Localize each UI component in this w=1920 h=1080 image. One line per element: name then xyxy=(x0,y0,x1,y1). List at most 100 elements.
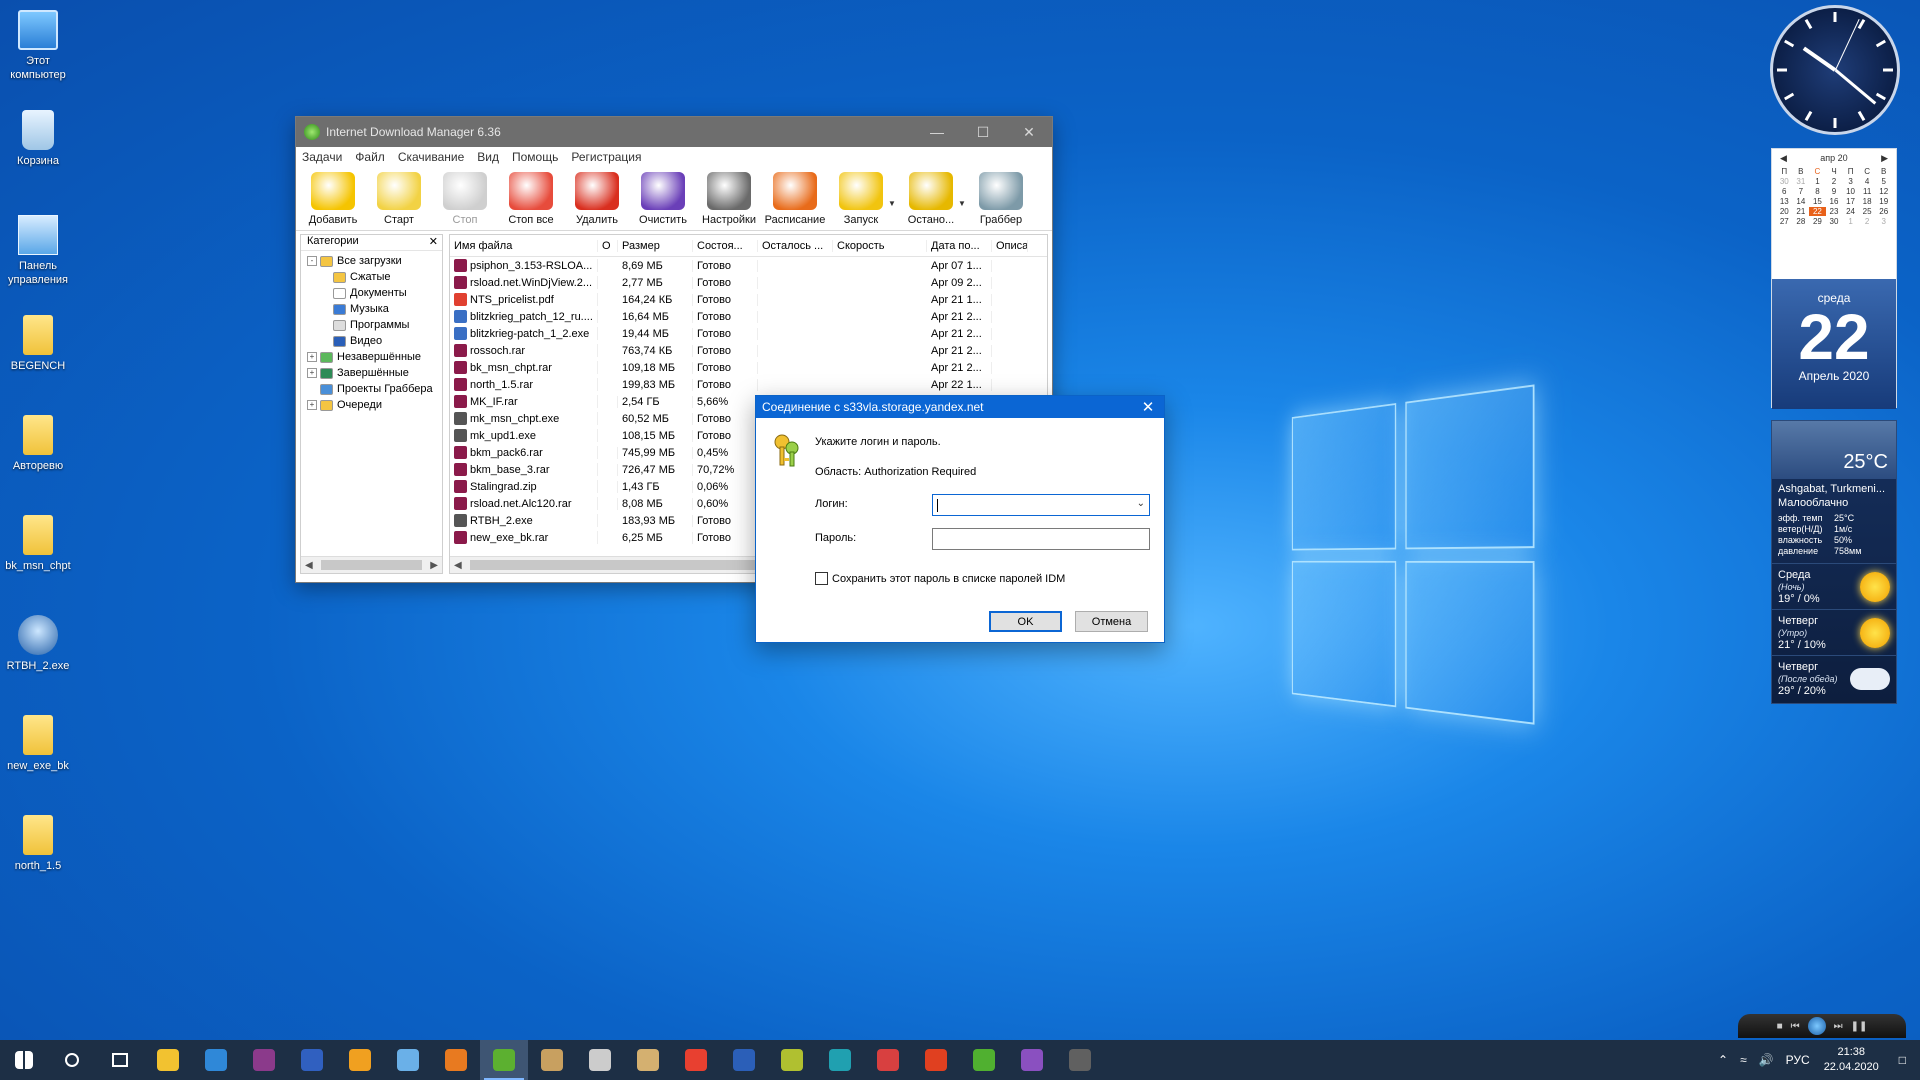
desktop-icon[interactable]: bk_msn_chpt xyxy=(0,515,76,573)
menu-item[interactable]: Помощь xyxy=(512,150,558,164)
calendar-day[interactable]: 4 xyxy=(1859,177,1876,186)
column-header[interactable]: Размер xyxy=(618,240,693,252)
play-icon[interactable] xyxy=(1808,1017,1826,1035)
toolbar-button[interactable]: Запуск xyxy=(828,172,894,230)
dropdown-arrow-icon[interactable]: ▼ xyxy=(958,199,968,208)
category-item[interactable]: Документы xyxy=(301,285,442,301)
language-indicator[interactable]: РУС xyxy=(1786,1053,1810,1067)
menu-item[interactable]: Скачивание xyxy=(398,150,464,164)
categories-hscrollbar[interactable]: ◀ ▶ xyxy=(301,556,442,573)
toolbar-button[interactable]: Стоп все xyxy=(498,172,564,230)
next-track-icon[interactable]: ⏭ xyxy=(1834,1021,1843,1032)
next-month-icon[interactable]: ▶ xyxy=(1881,153,1888,164)
chevron-down-icon[interactable]: ⌄ xyxy=(1137,498,1145,509)
toolbar-button[interactable]: Удалить xyxy=(564,172,630,230)
scroll-left-icon[interactable]: ◀ xyxy=(454,560,462,571)
maximize-button[interactable]: ☐ xyxy=(960,117,1006,147)
minimize-button[interactable]: — xyxy=(914,117,960,147)
taskbar-button[interactable] xyxy=(576,1040,624,1080)
taskbar-button[interactable] xyxy=(240,1040,288,1080)
auth-dialog-title-bar[interactable]: Соединение с s33vla.storage.yandex.net ✕ xyxy=(756,396,1164,418)
calendar-day[interactable]: 3 xyxy=(1875,217,1892,226)
calendar-day[interactable]: 2 xyxy=(1826,177,1843,186)
table-row[interactable]: bk_msn_chpt.rar 109,18 МБ Готово Apr 21 2..… xyxy=(450,359,1047,376)
desktop-icon[interactable]: north_1.5 xyxy=(0,815,76,873)
taskbar-button[interactable] xyxy=(1056,1040,1104,1080)
calendar-day[interactable]: 6 xyxy=(1776,187,1793,196)
idm-title-bar[interactable]: Internet Download Manager 6.36 — ☐ ✕ xyxy=(296,117,1052,147)
column-header[interactable]: Описа xyxy=(992,240,1028,252)
column-header[interactable]: Скорость xyxy=(833,240,927,252)
toolbar-button[interactable]: Настройки xyxy=(696,172,762,230)
calendar-day[interactable]: 14 xyxy=(1793,197,1810,206)
calendar-day[interactable]: 1 xyxy=(1809,177,1826,186)
taskbar-button[interactable] xyxy=(528,1040,576,1080)
ok-button[interactable]: OK xyxy=(989,611,1062,632)
menu-item[interactable]: Регистрация xyxy=(571,150,641,164)
desktop-icon[interactable]: Панель управления xyxy=(0,215,76,287)
volume-icon[interactable]: 🔊 xyxy=(1759,1053,1774,1067)
toolbar-button[interactable]: Очистить xyxy=(630,172,696,230)
toolbar-button[interactable]: Расписание xyxy=(762,172,828,230)
table-row[interactable]: rossoch.rar 763,74 КБ Готово Apr 21 2... xyxy=(450,342,1047,359)
calendar-day[interactable]: 31 xyxy=(1793,177,1810,186)
category-item[interactable]: + Завершённые xyxy=(301,365,442,381)
checkbox-box[interactable] xyxy=(815,572,828,585)
taskbar-button[interactable] xyxy=(1008,1040,1056,1080)
calendar-day[interactable]: 25 xyxy=(1859,207,1876,216)
dialog-close-icon[interactable]: ✕ xyxy=(1132,398,1164,416)
desktop-icon[interactable]: Авторевю xyxy=(0,415,76,473)
calendar-day[interactable]: 29 xyxy=(1809,217,1826,226)
taskbar-button[interactable] xyxy=(672,1040,720,1080)
table-row[interactable]: blitzkrieg_patch_12_ru.... 16,64 МБ Готово… xyxy=(450,308,1047,325)
taskbar-button[interactable] xyxy=(0,1040,48,1080)
weather-gadget[interactable]: 25°C Ashgabat, Turkmeni... Малооблачно э… xyxy=(1771,420,1897,704)
toolbar-button[interactable]: Граббер xyxy=(968,172,1034,230)
calendar-gadget[interactable]: ◀ апр 20 ▶ П В С Ч П С В 30 31 1 2 3 4 5 6 7 8 9 10 11 12 13 1… xyxy=(1771,148,1897,408)
category-item[interactable]: Сжатые xyxy=(301,269,442,285)
tree-expander-icon[interactable]: - xyxy=(307,256,317,266)
calendar-day[interactable]: 10 xyxy=(1842,187,1859,196)
calendar-day[interactable]: 13 xyxy=(1776,197,1793,206)
taskbar-button[interactable] xyxy=(768,1040,816,1080)
category-item[interactable]: Проекты Граббера xyxy=(301,381,442,397)
column-header[interactable]: Имя файла xyxy=(450,240,598,252)
table-row[interactable]: rsload.net.WinDjView.2... 2,77 МБ Готово Ap… xyxy=(450,274,1047,291)
tree-expander-icon[interactable]: + xyxy=(307,368,317,378)
auth-dialog[interactable]: Соединение с s33vla.storage.yandex.net ✕… xyxy=(755,395,1165,643)
calendar-day[interactable]: 30 xyxy=(1826,217,1843,226)
toolbar-button[interactable]: Старт xyxy=(366,172,432,230)
table-row[interactable]: NTS_pricelist.pdf 164,24 КБ Готово Apr 21 1… xyxy=(450,291,1047,308)
scroll-right-icon[interactable]: ▶ xyxy=(430,560,438,571)
category-item[interactable]: Видео xyxy=(301,333,442,349)
notifications-icon[interactable]: □ xyxy=(1899,1053,1906,1067)
desktop-icon[interactable]: BEGENCH xyxy=(0,315,76,373)
taskbar-button[interactable] xyxy=(288,1040,336,1080)
category-item[interactable]: Музыка xyxy=(301,301,442,317)
taskbar-button[interactable] xyxy=(192,1040,240,1080)
toolbar-button[interactable]: Добавить xyxy=(300,172,366,230)
calendar-day[interactable]: 8 xyxy=(1809,187,1826,196)
table-row[interactable]: north_1.5.rar 199,83 МБ Готово Apr 22 1... xyxy=(450,376,1047,393)
cancel-button[interactable]: Отмена xyxy=(1075,611,1148,632)
calendar-day[interactable]: 1 xyxy=(1842,217,1859,226)
category-item[interactable]: Программы xyxy=(301,317,442,333)
table-row[interactable]: blitzkrieg-patch_1_2.exe 19,44 МБ Готово Ap… xyxy=(450,325,1047,342)
taskbar-button[interactable] xyxy=(624,1040,672,1080)
media-mini-player[interactable]: ■ ⏮ ⏭ ❚❚ xyxy=(1738,1014,1906,1038)
menu-item[interactable]: Вид xyxy=(477,150,499,164)
calendar-day[interactable]: 20 xyxy=(1776,207,1793,216)
taskbar-button[interactable] xyxy=(912,1040,960,1080)
calendar-day[interactable]: 5 xyxy=(1875,177,1892,186)
wifi-icon[interactable]: ≈ xyxy=(1740,1053,1747,1067)
scroll-left-icon[interactable]: ◀ xyxy=(305,560,313,571)
calendar-day[interactable]: 19 xyxy=(1875,197,1892,206)
calendar-day[interactable]: 24 xyxy=(1842,207,1859,216)
column-header[interactable]: Осталось ... xyxy=(758,240,833,252)
taskbar-button[interactable] xyxy=(864,1040,912,1080)
category-item[interactable]: - Все загрузки xyxy=(301,253,442,269)
desktop-icon[interactable]: Этот компьютер xyxy=(0,10,76,82)
calendar-day[interactable]: 3 xyxy=(1842,177,1859,186)
taskbar-button[interactable] xyxy=(720,1040,768,1080)
calendar-day[interactable]: 12 xyxy=(1875,187,1892,196)
